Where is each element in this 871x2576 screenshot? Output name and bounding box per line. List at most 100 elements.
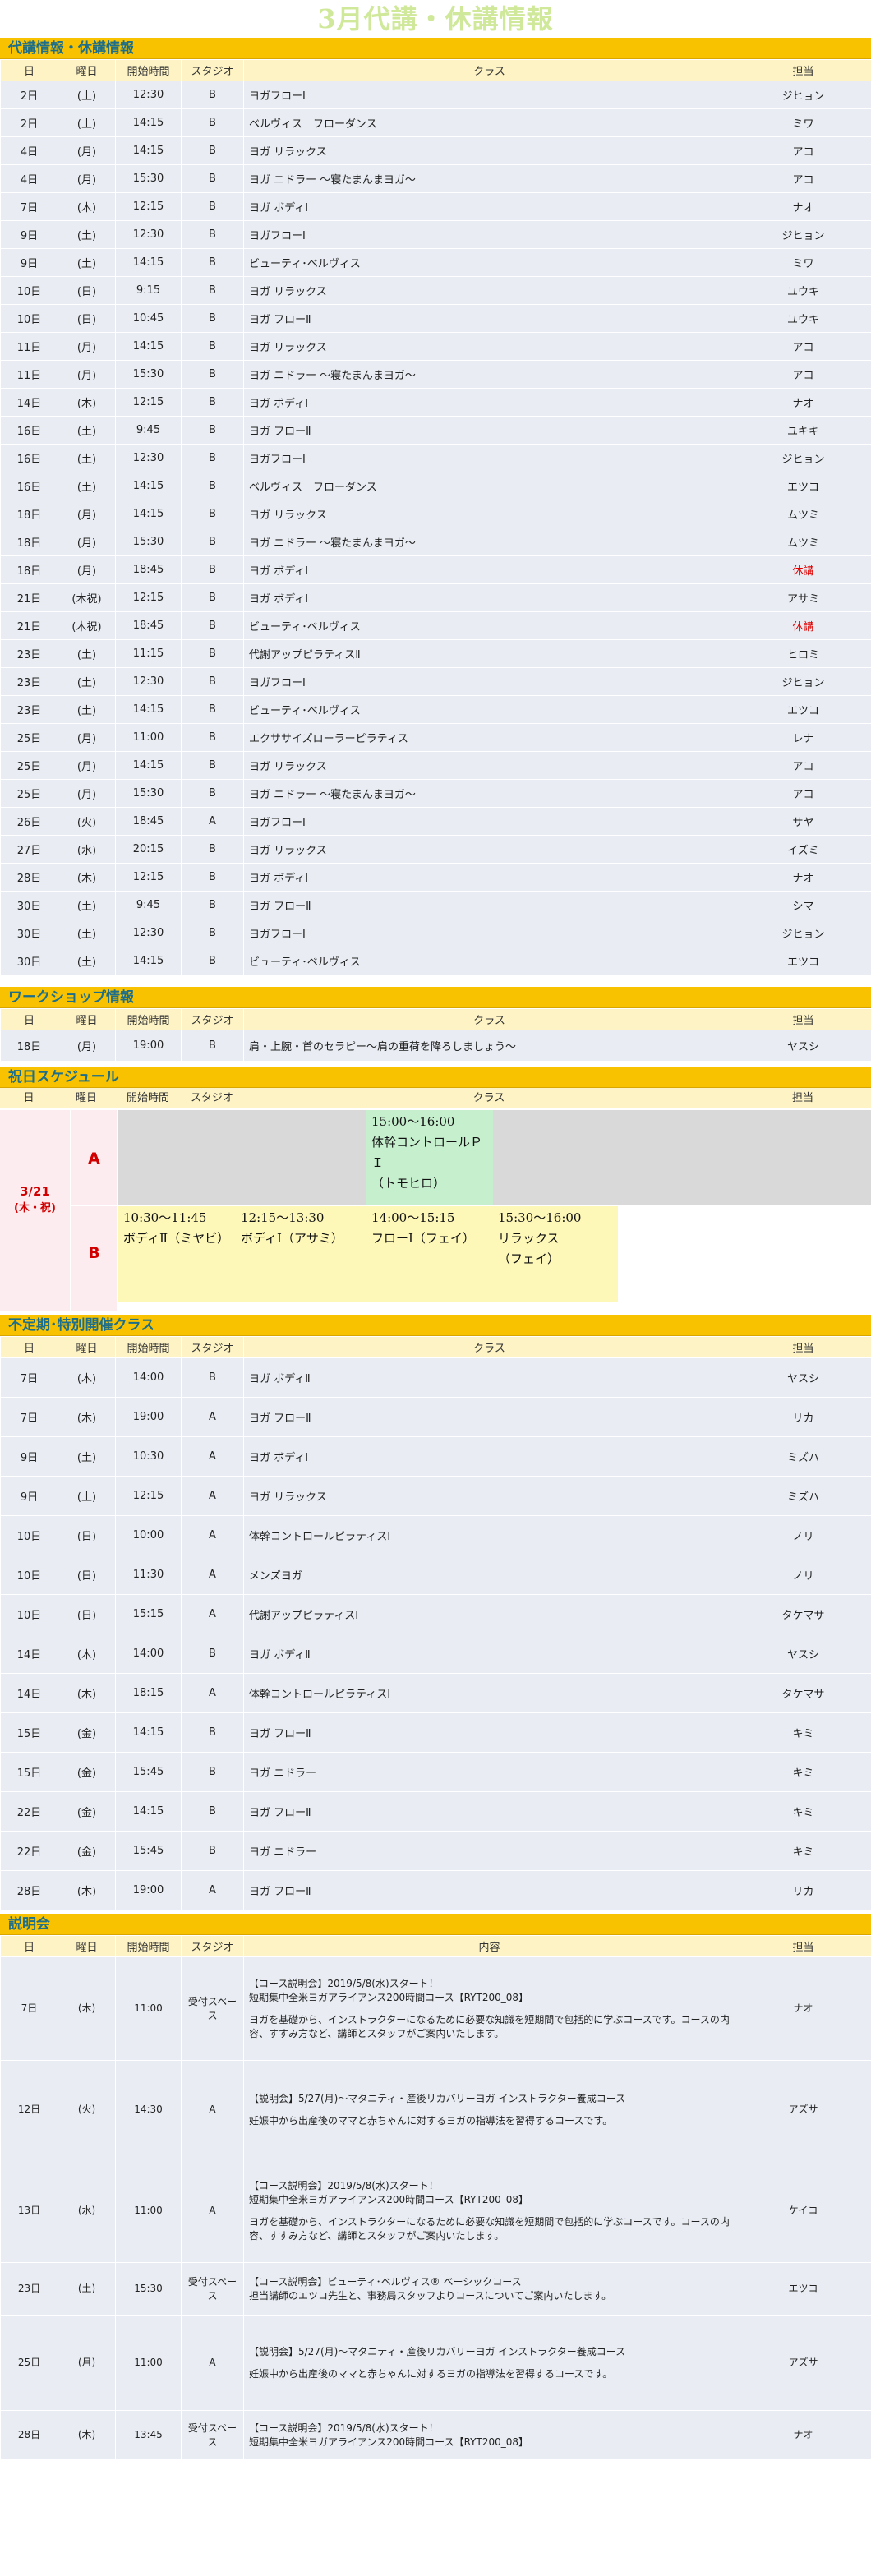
table-row: 25日 (月) 15:30 B ヨガ ニドラー ～寝たまんまヨガ～ アコ xyxy=(0,779,871,808)
start-time-cell: 12:15 xyxy=(115,1476,182,1516)
content-cell: 【コース説明会】2019/5/8(水)スタート！ 短期集中全米ヨガアライアンス20… xyxy=(243,2159,735,2263)
teacher-cell: ノリ xyxy=(735,1555,871,1595)
studio-cell: B xyxy=(181,81,244,109)
teacher-cell: サヤ xyxy=(735,807,871,836)
table-row: 23日 (土) 12:30 B ヨガフローⅠ ジヒョン xyxy=(0,667,871,696)
weekday-cell: (土) xyxy=(58,1436,116,1477)
table-row: 14日 (木) 14:00 B ヨガ ボディⅡ ヤスシ xyxy=(0,1634,871,1674)
day-cell: 10日 xyxy=(0,1594,58,1634)
weekday-cell: (日) xyxy=(58,276,116,305)
day-cell: 11日 xyxy=(0,360,58,389)
start-time-cell: 12:30 xyxy=(115,220,182,249)
studio-cell: A xyxy=(181,1397,244,1437)
class-cell: ヨガ ニドラー ～寝たまんまヨガ～ xyxy=(243,164,735,193)
content-line: 【コース説明会】2019/5/8(水)スタート！ xyxy=(249,1977,439,1989)
day-cell: 23日 xyxy=(0,639,58,668)
table-row: 21日 (木祝) 12:15 B ヨガ ボディⅠ アサミ xyxy=(0,583,871,612)
holiday-class-b: 12:15～13:30 ボディⅠ（アサミ） xyxy=(236,1206,366,1302)
teacher-cell: 休講 xyxy=(735,611,871,640)
table-row: 16日 (土) 12:30 B ヨガフローⅠ ジヒョン xyxy=(0,444,871,472)
class-cell: ビューティ･ベルヴィス xyxy=(243,611,735,640)
day-cell: 13日 xyxy=(0,2159,58,2263)
day-cell: 23日 xyxy=(0,2262,58,2316)
column-header: 担当 xyxy=(735,1336,871,1358)
teacher-cell: リカ xyxy=(735,1397,871,1437)
class-cell: エクササイズローラーピラティス xyxy=(243,723,735,752)
studio-cell: B xyxy=(181,108,244,137)
class-cell: ヨガ ボディⅠ xyxy=(243,388,735,417)
section-header-briefing: 説明会 xyxy=(0,1914,871,1935)
class-cell: ヨガ ボディⅠ xyxy=(243,192,735,221)
column-header: 曜日 xyxy=(58,1008,116,1030)
table-row: 30日 (土) 14:15 B ビューティ･ベルヴィス エツコ xyxy=(0,947,871,975)
start-time-cell: 15:30 xyxy=(115,360,182,389)
weekday-cell: (木) xyxy=(58,1357,116,1398)
class-cell: ヨガ ニドラー ～寝たまんまヨガ～ xyxy=(243,360,735,389)
teacher-cell: ジヒョン xyxy=(735,667,871,696)
schedule-page: 3月代講・休講情報 代講情報・休講情報 日曜日 開始時間 スタジオ クラス 担当 2日(… xyxy=(0,0,871,2460)
teacher-cell: ナオ xyxy=(735,1956,871,2061)
substitute-rows: 2日 (土) 12:30 B ヨガフローⅠ ジヒョン 2日 (土) 14:15 B ベルヴィス フロ… xyxy=(0,81,871,975)
weekday-cell: (土) xyxy=(58,248,116,277)
holiday-day-value: (木・祝) xyxy=(14,1202,56,1214)
studio-cell: B xyxy=(181,835,244,864)
teacher-cell: タケマサ xyxy=(735,1594,871,1634)
table-row: 4日 (月) 15:30 B ヨガ ニドラー ～寝たまんまヨガ～ アコ xyxy=(0,164,871,193)
studio-cell: A xyxy=(181,1870,244,1910)
studio-cell: B xyxy=(181,304,244,333)
day-cell: 30日 xyxy=(0,891,58,919)
content-line: ヨガを基礎から、インストラクターになるために必要な知識を短期間で包括的に学ぶコー… xyxy=(249,2215,730,2242)
weekday-cell: (土) xyxy=(58,416,116,445)
class-cell: ヨガフローⅠ xyxy=(243,667,735,696)
start-time-cell: 15:15 xyxy=(115,1594,182,1634)
start-time-cell: 15:30 xyxy=(115,2262,182,2316)
class-cell: ヨガ ボディⅠ xyxy=(243,863,735,892)
teacher-cell: ミワ xyxy=(735,108,871,137)
content-line xyxy=(249,2207,730,2215)
holiday-date-value: 3/21 xyxy=(20,1184,50,1199)
studio-cell: A xyxy=(181,1594,244,1634)
table-row: 10日 (日) 11:30 A メンズヨガ ノリ xyxy=(0,1555,871,1595)
table-row: 10日 (日) 9:15 B ヨガ リラックス ユウキ xyxy=(0,276,871,305)
studio-cell: B xyxy=(181,1791,244,1832)
content-line: 担当講師のエツコ先生と、事務局スタッフよりコースについてご案内いたします。 xyxy=(249,2289,612,2302)
start-time-cell: 14:15 xyxy=(115,947,182,975)
column-header: 開始時間 xyxy=(115,1336,182,1358)
day-cell: 10日 xyxy=(0,1555,58,1595)
class-time: 10:30～11:45 xyxy=(123,1210,207,1225)
studio-cell: B xyxy=(181,500,244,528)
content-line: 妊娠中から出産後のママと赤ちゃんに対するヨガの指導法を習得するコースです。 xyxy=(249,2114,613,2127)
teacher-cell: ジヒョン xyxy=(735,220,871,249)
weekday-cell: (月) xyxy=(58,555,116,584)
teacher-cell: ナオ xyxy=(735,192,871,221)
column-header: 担当 xyxy=(791,1092,813,1104)
day-cell: 21日 xyxy=(0,611,58,640)
start-time-cell: 12:15 xyxy=(115,583,182,612)
table-row: 16日 (土) 14:15 B ベルヴィス フローダンス エツコ xyxy=(0,472,871,500)
table-row: 18日 (月) 19:00 B 肩・上腕・首のセラピー～肩の重荷を降ろしましょう～ ヤスシ xyxy=(0,1030,871,1062)
weekday-cell: (土) xyxy=(58,695,116,724)
teacher-cell: ケイコ xyxy=(735,2159,871,2263)
class-time: 15:30～16:00 xyxy=(498,1210,582,1225)
holiday-studio-a-row: A 15:00～16:00 体幹コントロールＰＩ （トモヒロ） xyxy=(71,1110,871,1205)
teacher-cell: ムツミ xyxy=(735,500,871,528)
start-time-cell: 13:45 xyxy=(115,2410,182,2460)
table-row: 23日 (土) 11:15 B 代謝アップピラティスⅡ ヒロミ xyxy=(0,639,871,668)
weekday-cell: (土) xyxy=(58,2262,116,2316)
teacher-cell: アコ xyxy=(735,136,871,165)
teacher-cell: ユキキ xyxy=(735,416,871,445)
holiday-studio-b-row: B 10:30～11:45 ボディⅡ（ミヤビ） 12:15～13:30 ボディⅠ… xyxy=(71,1206,871,1311)
weekday-cell: (木祝) xyxy=(58,583,116,612)
column-header: クラス xyxy=(243,1336,735,1358)
studio-cell: B xyxy=(181,192,244,221)
start-time-cell: 11:00 xyxy=(115,1956,182,2061)
studio-cell: A xyxy=(181,1476,244,1516)
irregular-table: 日曜日 開始時間 スタジオ クラス 担当 7日 (木) 14:00 B ヨガ ボディⅡ ヤスシ 7日… xyxy=(0,1336,871,1910)
day-cell: 25日 xyxy=(0,779,58,808)
teacher-cell: ノリ xyxy=(735,1515,871,1555)
page-title: 3月代講・休講情報 xyxy=(317,3,554,35)
class-cell: ヨガフローⅠ xyxy=(243,807,735,836)
class-teacher: （トモヒロ） xyxy=(371,1176,446,1191)
day-cell: 21日 xyxy=(0,583,58,612)
weekday-cell: (日) xyxy=(58,1594,116,1634)
